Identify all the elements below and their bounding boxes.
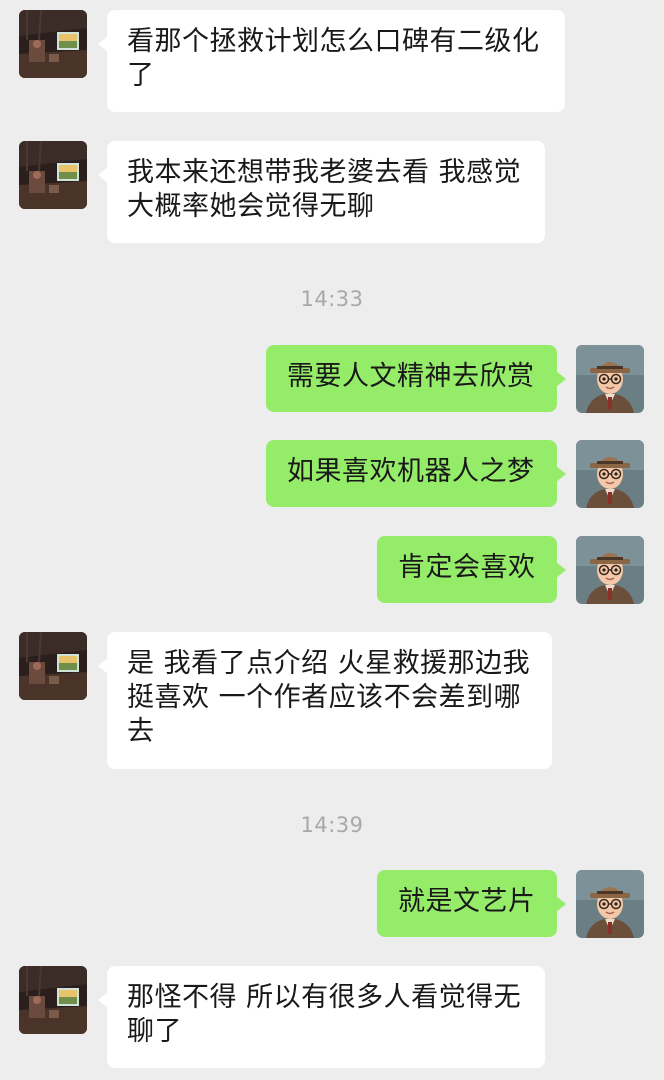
my-avatar[interactable] <box>576 345 644 413</box>
outgoing-message-bubble[interactable]: 如果喜欢机器人之梦 <box>266 440 566 507</box>
cartoon-man-hat-glasses-avatar-icon <box>576 870 644 938</box>
dark-room-window-avatar-icon <box>19 966 87 1034</box>
dark-room-window-avatar-icon <box>19 632 87 700</box>
contact-avatar[interactable] <box>19 966 87 1034</box>
dark-room-window-avatar-icon <box>19 141 87 209</box>
my-avatar[interactable] <box>576 536 644 604</box>
cartoon-man-hat-glasses-avatar-icon <box>576 536 644 604</box>
outgoing-message-bubble[interactable]: 肯定会喜欢 <box>377 536 566 603</box>
incoming-message-bubble[interactable]: 那怪不得 所以有很多人看觉得无聊了 <box>98 966 545 1068</box>
cartoon-man-hat-glasses-avatar-icon <box>576 345 644 413</box>
incoming-message-bubble[interactable]: 是 我看了点介绍 火星救援那边我挺喜欢 一个作者应该不会差到哪去 <box>98 632 552 769</box>
my-avatar[interactable] <box>576 870 644 938</box>
chat-message-list[interactable]: 看那个拯救计划怎么口碑有二级化了 我本来还想带我老婆去看 我感觉大概率她会觉得无… <box>0 0 664 1080</box>
incoming-message-bubble[interactable]: 看那个拯救计划怎么口碑有二级化了 <box>98 10 565 112</box>
contact-avatar[interactable] <box>19 632 87 700</box>
contact-avatar[interactable] <box>19 141 87 209</box>
contact-avatar[interactable] <box>19 10 87 78</box>
outgoing-message-bubble[interactable]: 就是文艺片 <box>377 870 566 937</box>
incoming-message-bubble[interactable]: 我本来还想带我老婆去看 我感觉大概率她会觉得无聊 <box>98 141 545 243</box>
my-avatar[interactable] <box>576 440 644 508</box>
timestamp-divider: 14:33 <box>300 287 364 311</box>
dark-room-window-avatar-icon <box>19 10 87 78</box>
timestamp-divider: 14:39 <box>300 813 364 837</box>
outgoing-message-bubble[interactable]: 需要人文精神去欣赏 <box>266 345 566 412</box>
cartoon-man-hat-glasses-avatar-icon <box>576 440 644 508</box>
